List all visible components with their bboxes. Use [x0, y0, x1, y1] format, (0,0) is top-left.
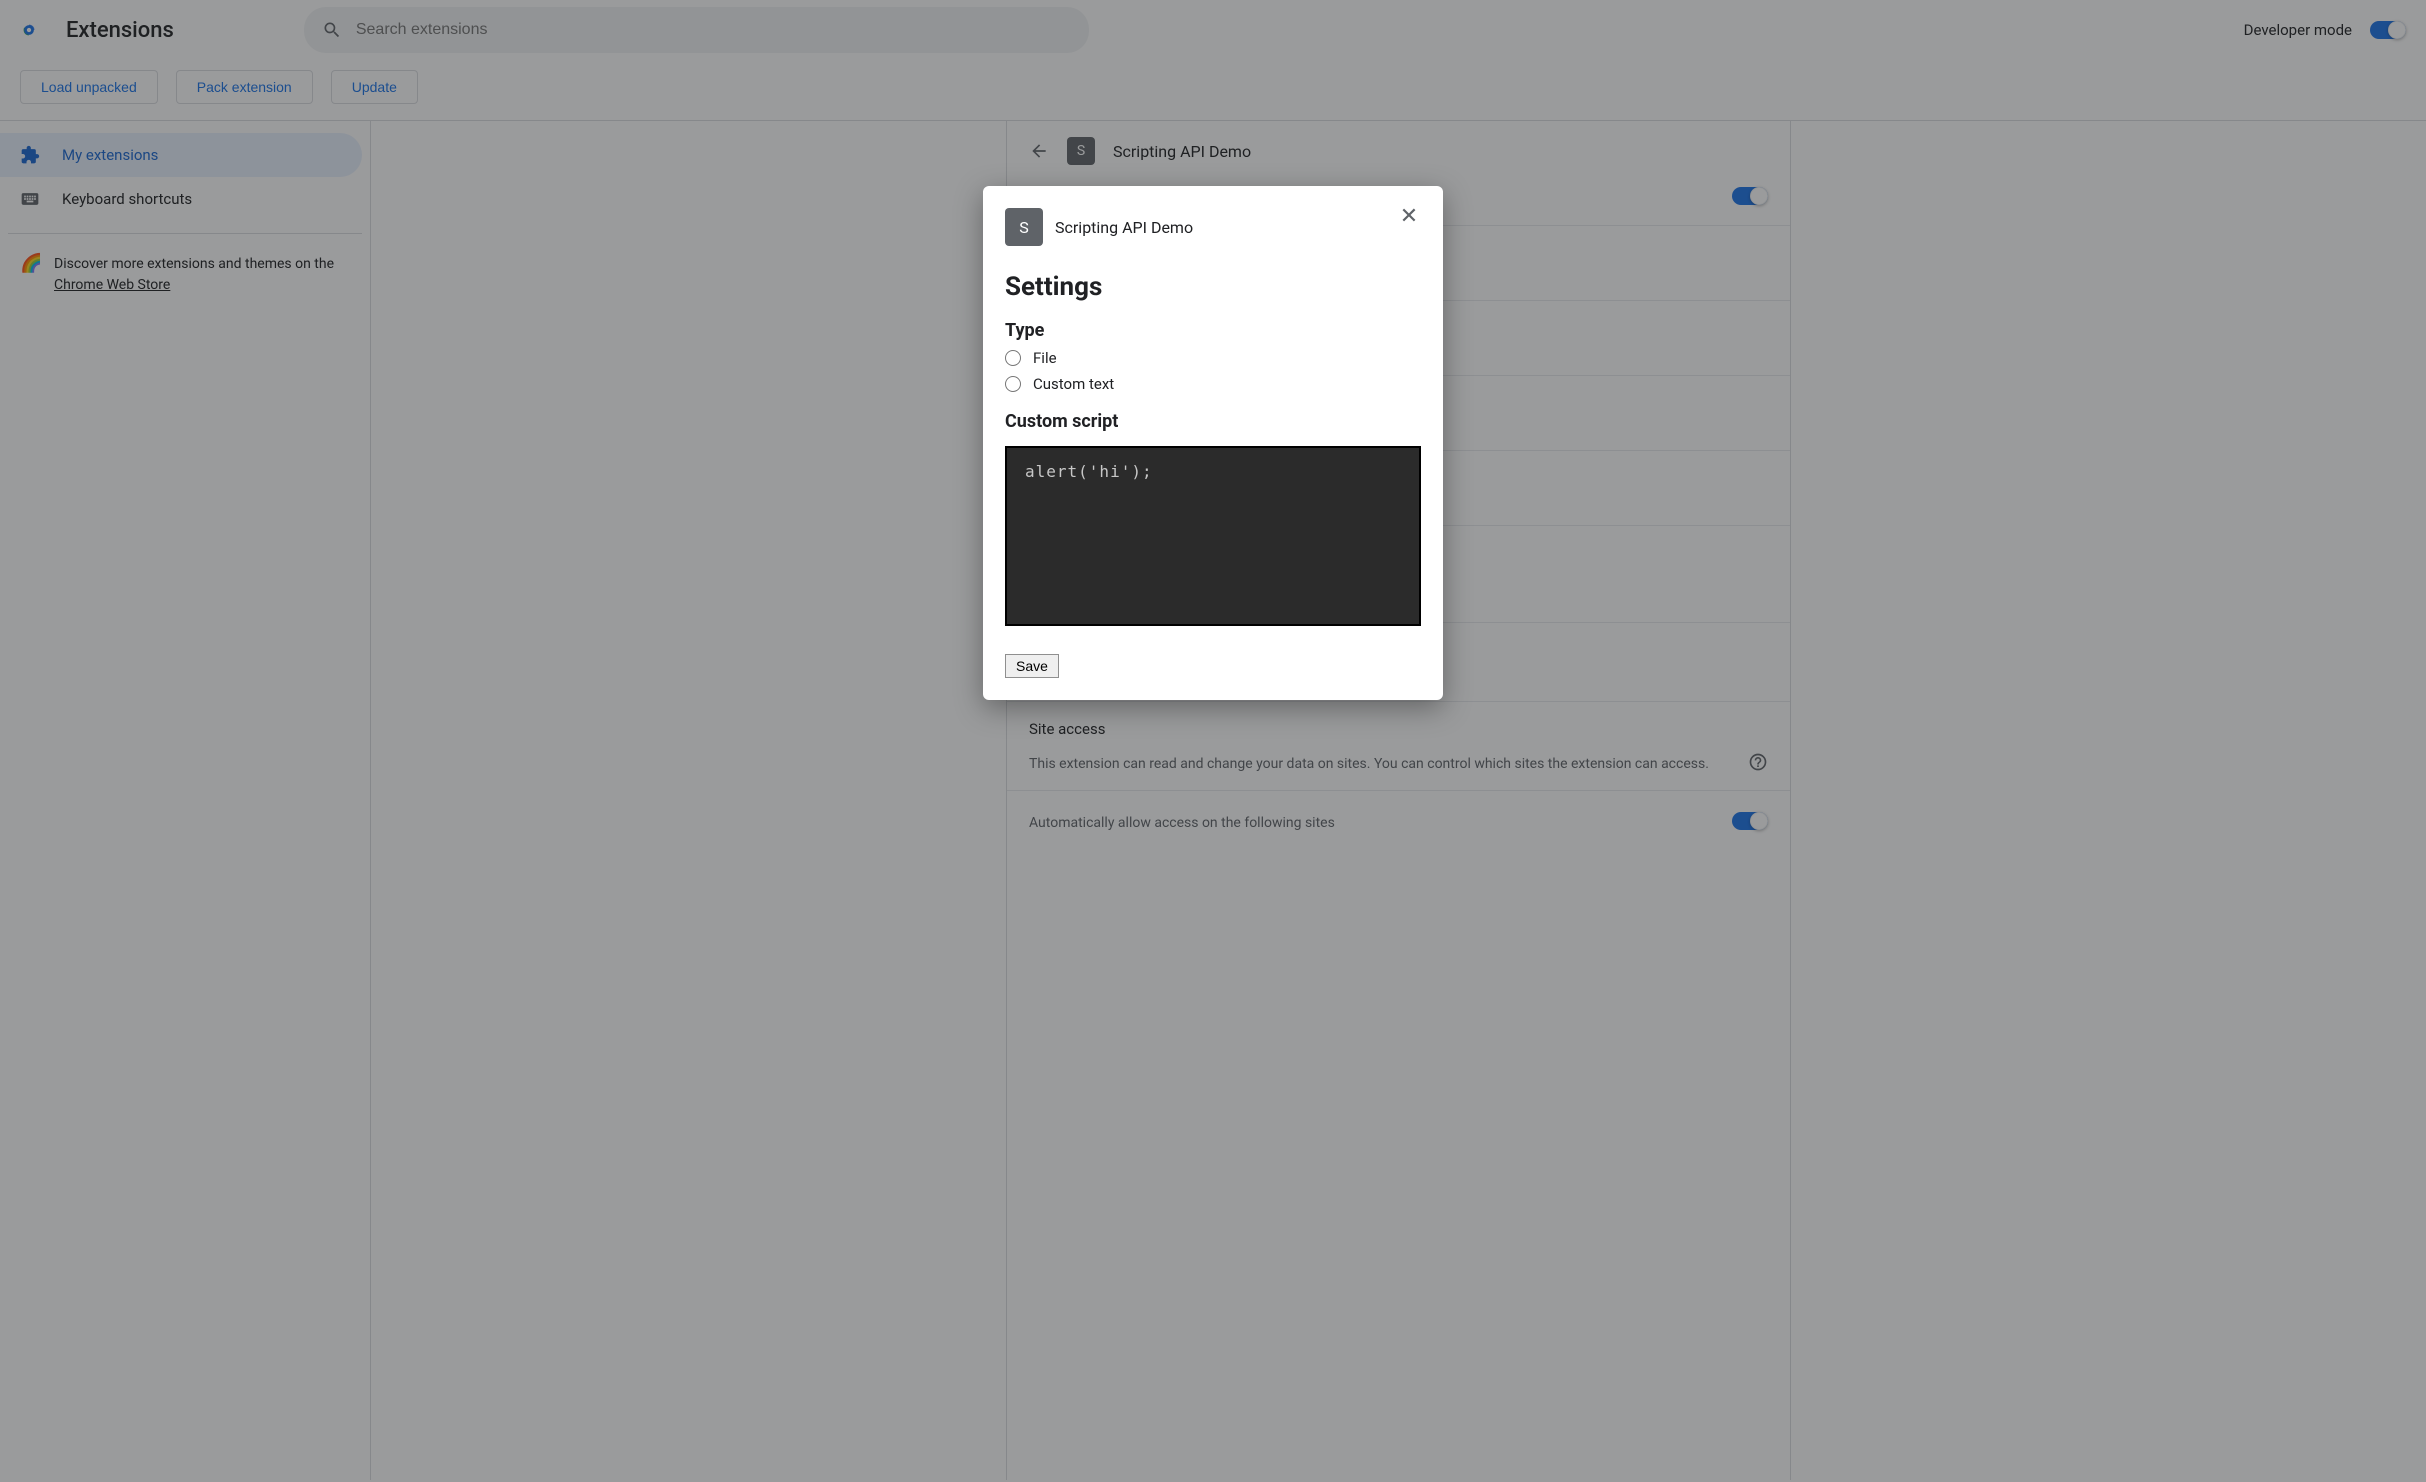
type-heading: Type: [1005, 320, 1421, 341]
radio-custom[interactable]: [1005, 376, 1021, 392]
dialog-extension-badge: S: [1005, 208, 1043, 246]
radio-file[interactable]: [1005, 350, 1021, 366]
radio-custom-label: Custom text: [1033, 375, 1114, 393]
dialog-extension-name: Scripting API Demo: [1055, 218, 1193, 237]
script-heading: Custom script: [1005, 411, 1421, 432]
radio-custom-row[interactable]: Custom text: [1005, 375, 1421, 393]
radio-file-row[interactable]: File: [1005, 349, 1421, 367]
close-icon: ✕: [1400, 203, 1418, 228]
settings-dialog: S Scripting API Demo ✕ Settings Type Fil…: [983, 186, 1443, 700]
dialog-title: Settings: [1005, 272, 1421, 302]
custom-script-textarea[interactable]: [1005, 446, 1421, 626]
close-button[interactable]: ✕: [1393, 200, 1425, 232]
radio-file-label: File: [1033, 349, 1057, 367]
dialog-header: S Scripting API Demo ✕: [1005, 208, 1421, 246]
save-button[interactable]: Save: [1005, 654, 1059, 678]
